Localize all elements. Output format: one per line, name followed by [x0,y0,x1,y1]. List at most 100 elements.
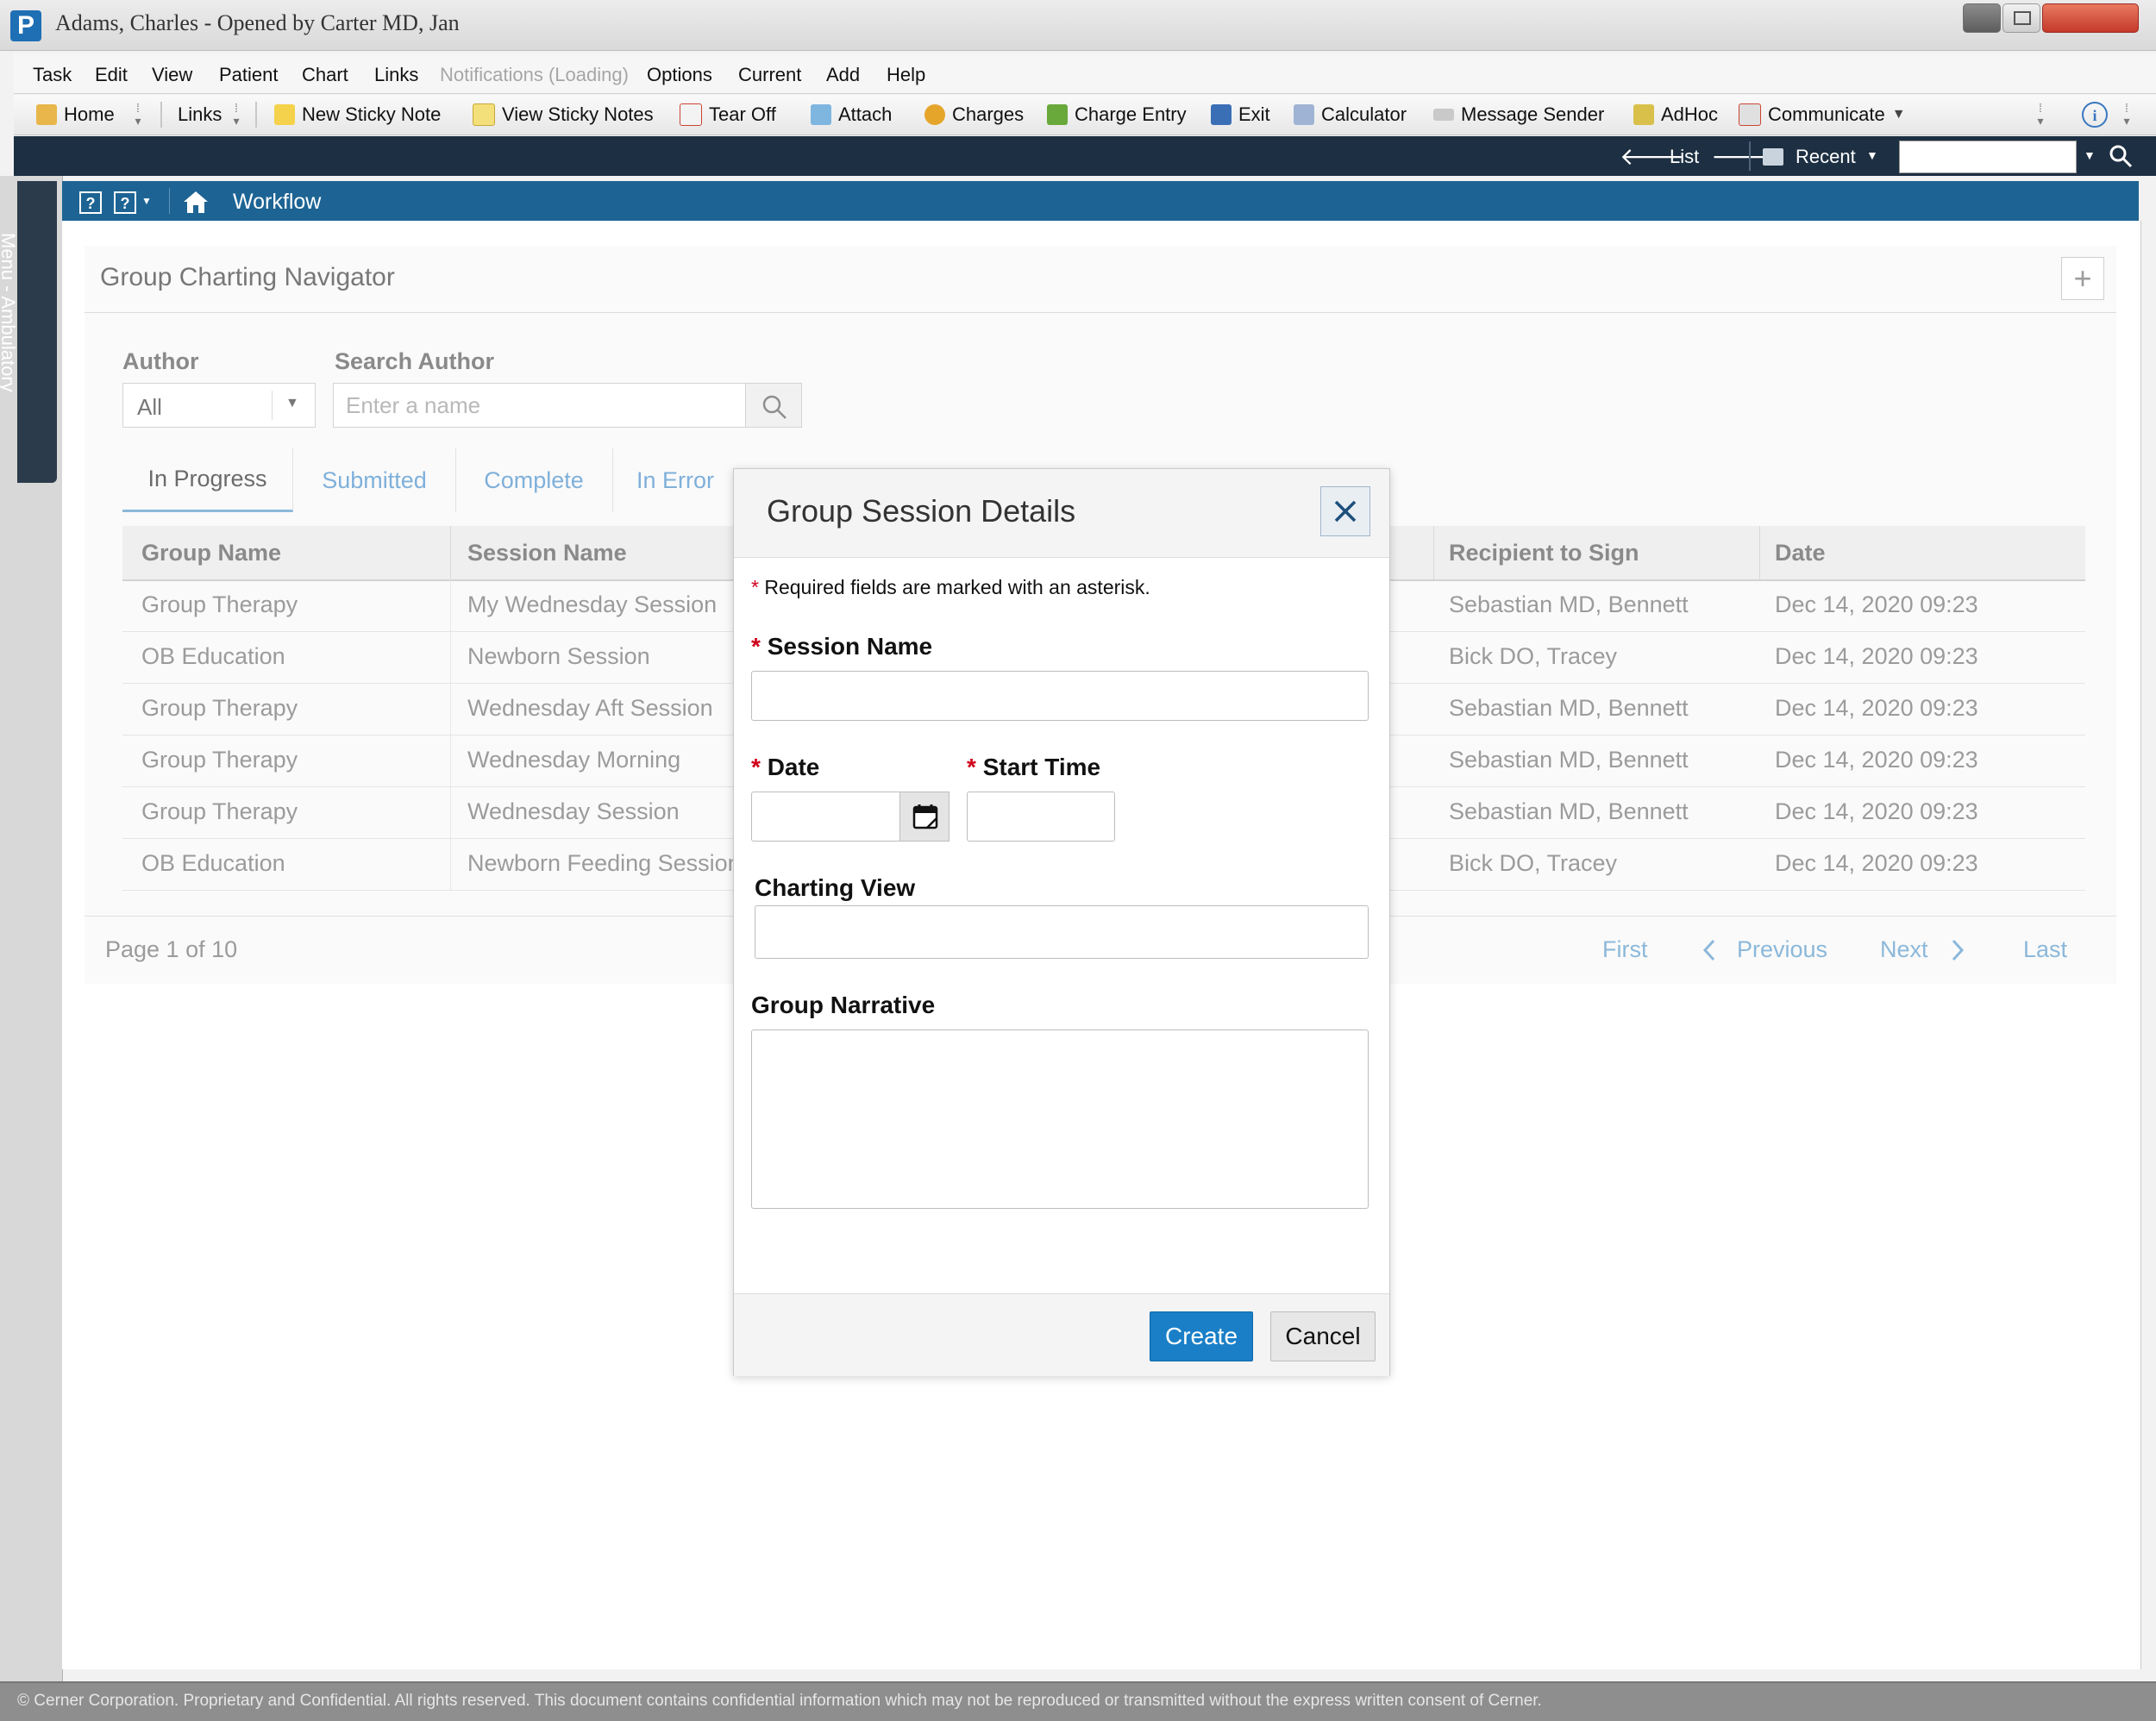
menu-chart[interactable]: Chart [302,64,348,86]
menu-view[interactable]: View [152,64,192,86]
toolbar-grip[interactable]: ⁞ ▾ [2122,102,2132,128]
charting-view-label: Charting View [755,874,916,901]
menu-current[interactable]: Current [738,64,801,86]
cell-session-name: Wednesday Aft Session [467,695,713,721]
exit-label: Exit [1238,103,1270,125]
start-time-input[interactable] [967,792,1115,842]
view-sticky-notes-button[interactable]: View Sticky Notes [473,95,654,135]
column-header-session-name[interactable]: Session Name [467,540,627,566]
column-separator [450,838,451,890]
date-label: * Date [751,754,819,781]
attach-button[interactable]: Attach [811,95,892,135]
list-button[interactable]: List [1670,146,1699,168]
close-window-button[interactable] [2042,3,2139,33]
menu-links[interactable]: Links [374,64,418,86]
tab-in-progress[interactable]: In Progress [122,448,293,512]
nav-separator [1749,141,1751,171]
charges-button[interactable]: Charges [924,95,1024,135]
calculator-button[interactable]: Calculator [1294,95,1407,135]
chevron-down-icon[interactable]: ▼ [1866,148,1878,162]
start-time-label: * Start Time [967,754,1100,781]
help-icon[interactable]: ? [79,191,102,214]
info-icon[interactable]: i [2082,102,2108,128]
tear-off-button[interactable]: Tear Off [680,95,776,135]
previous-page-link[interactable]: Previous [1737,936,1827,963]
close-icon [1334,500,1357,523]
menu-ambulatory-tab[interactable] [17,181,57,483]
charges-icon [924,104,945,125]
attach-icon [811,104,831,125]
help-menu-icon[interactable]: ? [114,191,136,214]
exit-button[interactable]: Exit [1211,95,1270,135]
adhoc-button[interactable]: AdHoc [1633,95,1718,135]
menu-edit[interactable]: Edit [95,64,128,86]
dialog-close-button[interactable] [1320,486,1370,536]
create-button[interactable]: Create [1150,1311,1253,1361]
home-label: Home [64,103,115,125]
navigation-strip: 🡐 List 🡒 Recent ▼ ▼ [14,136,2156,176]
first-page-link[interactable]: First [1602,936,1647,963]
add-button[interactable]: + [2061,257,2104,300]
title-bar: P Adams, Charles - Opened by Carter MD, … [0,0,2156,51]
author-select[interactable]: All ▼ [122,383,316,428]
minimize-button[interactable] [1963,3,2001,33]
page-indicator: Page 1 of 10 [105,936,238,962]
session-name-label: * Session Name [751,633,932,660]
charting-view-input[interactable] [755,905,1369,959]
patient-search-input[interactable] [1899,141,2077,173]
home-button[interactable]: Home [36,95,115,135]
chevron-down-icon: ▼ [1891,107,1906,122]
search-icon[interactable] [2108,143,2134,169]
cell-recipient: Sebastian MD, Bennett [1449,798,1689,824]
tab-submitted[interactable]: Submitted [293,448,456,512]
next-page-link[interactable]: Next [1880,936,1928,963]
recent-button[interactable]: Recent [1796,146,1856,168]
cell-group-name: Group Therapy [141,695,298,721]
cell-date: Dec 14, 2020 09:23 [1775,643,1978,669]
menu-add[interactable]: Add [826,64,860,86]
message-sender-button[interactable]: Message Sender [1433,95,1604,135]
toolbar-grip[interactable]: ⁞ ▾ [133,102,143,128]
column-header-date[interactable]: Date [1775,540,1826,566]
tab-complete[interactable]: Complete [455,448,613,512]
group-narrative-textarea[interactable] [751,1029,1369,1209]
toolbar-separator [255,102,257,128]
date-input[interactable] [751,792,901,842]
workflow-label[interactable]: Workflow [233,190,321,215]
communicate-button[interactable]: Communicate ▼ [1739,95,1906,135]
search-author-button[interactable] [745,383,802,428]
new-sticky-note-button[interactable]: New Sticky Note [274,95,441,135]
home-icon[interactable] [183,190,209,214]
links-button[interactable]: Links [178,95,222,135]
column-header-group-name[interactable]: Group Name [141,540,281,566]
search-author-input[interactable] [333,383,747,428]
last-page-link[interactable]: Last [2023,936,2067,963]
attach-label: Attach [838,103,893,125]
required-note-text: Required fields are marked with an aster… [764,576,1150,598]
charge-entry-button[interactable]: Charge Entry [1047,95,1187,135]
toolbar-separator [160,102,162,128]
chevron-right-icon[interactable] [1949,938,1966,962]
workflow-separator [169,188,170,214]
menu-patient[interactable]: Patient [219,64,279,86]
date-picker-button[interactable] [899,792,950,842]
panel-title: Group Charting Navigator [100,263,395,291]
toolbar-grip[interactable]: ⁞ ▾ [231,102,241,128]
chevron-down-icon[interactable]: ▼ [141,195,152,207]
author-label: Author [122,348,199,374]
chevron-left-icon[interactable] [1701,938,1718,962]
home-icon [36,104,57,125]
maximize-button[interactable] [2002,3,2040,33]
session-name-input[interactable] [751,671,1369,721]
menu-options[interactable]: Options [647,64,712,86]
tab-in-error[interactable]: In Error [612,448,738,512]
charge-entry-icon [1047,104,1068,125]
cancel-button[interactable]: Cancel [1270,1311,1376,1361]
menu-task[interactable]: Task [33,64,72,86]
column-header-recipient[interactable]: Recipient to Sign [1449,540,1639,566]
application-window: P Adams, Charles - Opened by Carter MD, … [0,0,2156,1683]
chevron-down-icon[interactable]: ▼ [2084,148,2096,162]
menu-help[interactable]: Help [887,64,925,86]
cell-session-name: Newborn Feeding Session [467,850,733,876]
toolbar-grip[interactable]: ⁞ ▾ [2035,102,2046,128]
